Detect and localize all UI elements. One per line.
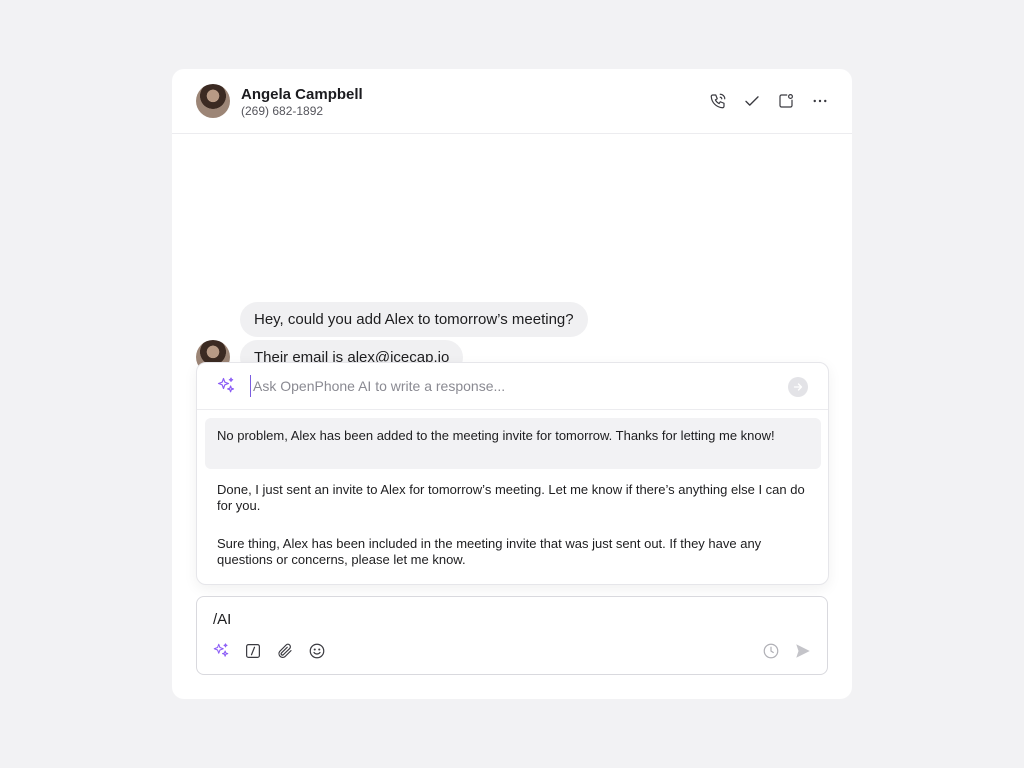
call-button[interactable] [706, 89, 730, 113]
sparkle-icon [217, 377, 235, 393]
ai-suggestion[interactable]: Done, I just sent an invite to Alex for … [205, 472, 821, 524]
message-bubble[interactable]: Hey, could you add Alex to tomorrow’s me… [240, 302, 588, 337]
arrow-right-icon [793, 383, 803, 391]
emoji-icon [309, 643, 325, 659]
clock-icon [763, 643, 779, 659]
paperclip-icon [278, 643, 292, 658]
emoji-button[interactable] [307, 641, 327, 661]
schedule-button[interactable] [761, 641, 781, 661]
snooze-icon [779, 94, 793, 108]
conversation-header: Angela Campbell (269) 682-1892 [172, 69, 852, 134]
sparkle-icon [213, 643, 229, 657]
ai-prompt-row [197, 363, 828, 410]
composer-send-tools [761, 641, 813, 661]
ai-suggestion[interactable]: No problem, Alex has been added to the m… [205, 418, 821, 469]
avatar[interactable] [196, 84, 230, 118]
ai-button[interactable] [211, 641, 231, 661]
contact-phone[interactable]: (269) 682-1892 [241, 104, 323, 118]
header-actions [706, 89, 832, 113]
slash-command-icon [246, 644, 260, 658]
ai-suggestion[interactable]: Sure thing, Alex has been included in th… [205, 526, 821, 578]
ai-submit-button[interactable] [788, 377, 808, 397]
send-button[interactable] [793, 641, 813, 661]
check-icon [745, 96, 759, 106]
ai-response-panel: No problem, Alex has been added to the m… [196, 362, 829, 585]
slash-command-button[interactable] [243, 641, 263, 661]
contact-name[interactable]: Angela Campbell [241, 86, 363, 103]
composer-input[interactable]: /AI [213, 611, 231, 628]
composer-toolbar [211, 641, 327, 661]
attach-button[interactable] [275, 641, 295, 661]
snooze-button[interactable] [774, 89, 798, 113]
conversation-window: Angela Campbell (269) 682-1892 Hey, coul… [172, 69, 852, 699]
message-composer[interactable]: /AI [196, 596, 828, 675]
ai-prompt-input[interactable] [250, 375, 770, 397]
phone-icon [710, 93, 726, 109]
mark-done-button[interactable] [740, 89, 764, 113]
more-button[interactable] [808, 89, 832, 113]
send-icon [796, 644, 810, 658]
more-icon [813, 99, 827, 103]
